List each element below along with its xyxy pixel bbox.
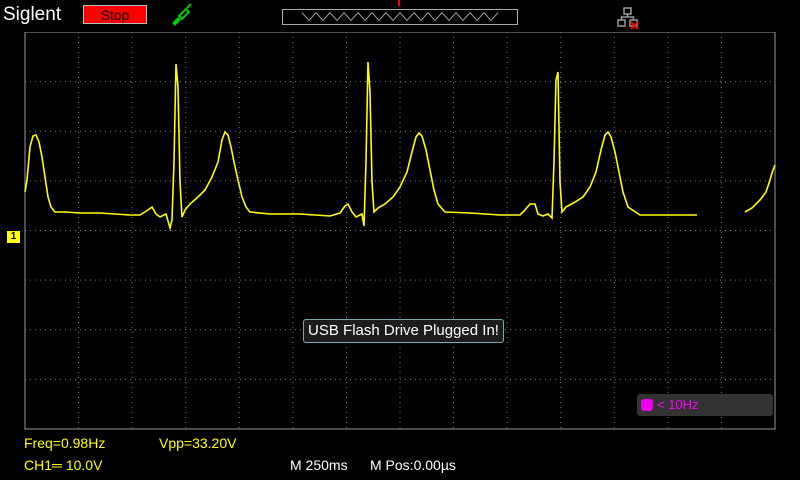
network-disconnected-icon bbox=[617, 7, 639, 29]
vpp-measurement: Vpp=33.20V bbox=[159, 435, 237, 451]
trigger-frequency-text: < 10Hz bbox=[657, 397, 699, 412]
memory-depth-bar bbox=[282, 9, 518, 25]
ch1-waveform bbox=[24, 61, 697, 232]
freq-measurement: Freq=0.98Hz bbox=[24, 435, 106, 451]
ch1-ground-marker[interactable]: 1 bbox=[7, 231, 20, 243]
ch1-scale[interactable]: CH1═ 10.0V bbox=[24, 457, 102, 473]
waveform-display[interactable] bbox=[0, 32, 800, 430]
usb-plugged-message: USB Flash Drive Plugged In! bbox=[303, 319, 504, 343]
timebase-scale[interactable]: M 250ms bbox=[290, 457, 348, 473]
trigger-frequency-status: < 10Hz bbox=[637, 394, 773, 416]
run-stop-button[interactable]: Stop bbox=[83, 5, 147, 24]
timebase-position[interactable]: M Pos:0.00µs bbox=[370, 457, 456, 473]
trigger-icon bbox=[641, 399, 653, 411]
trigger-position-marker bbox=[398, 0, 400, 6]
probe-icon bbox=[172, 3, 192, 26]
brand-label: Siglent bbox=[3, 4, 62, 25]
graticule bbox=[25, 32, 775, 429]
